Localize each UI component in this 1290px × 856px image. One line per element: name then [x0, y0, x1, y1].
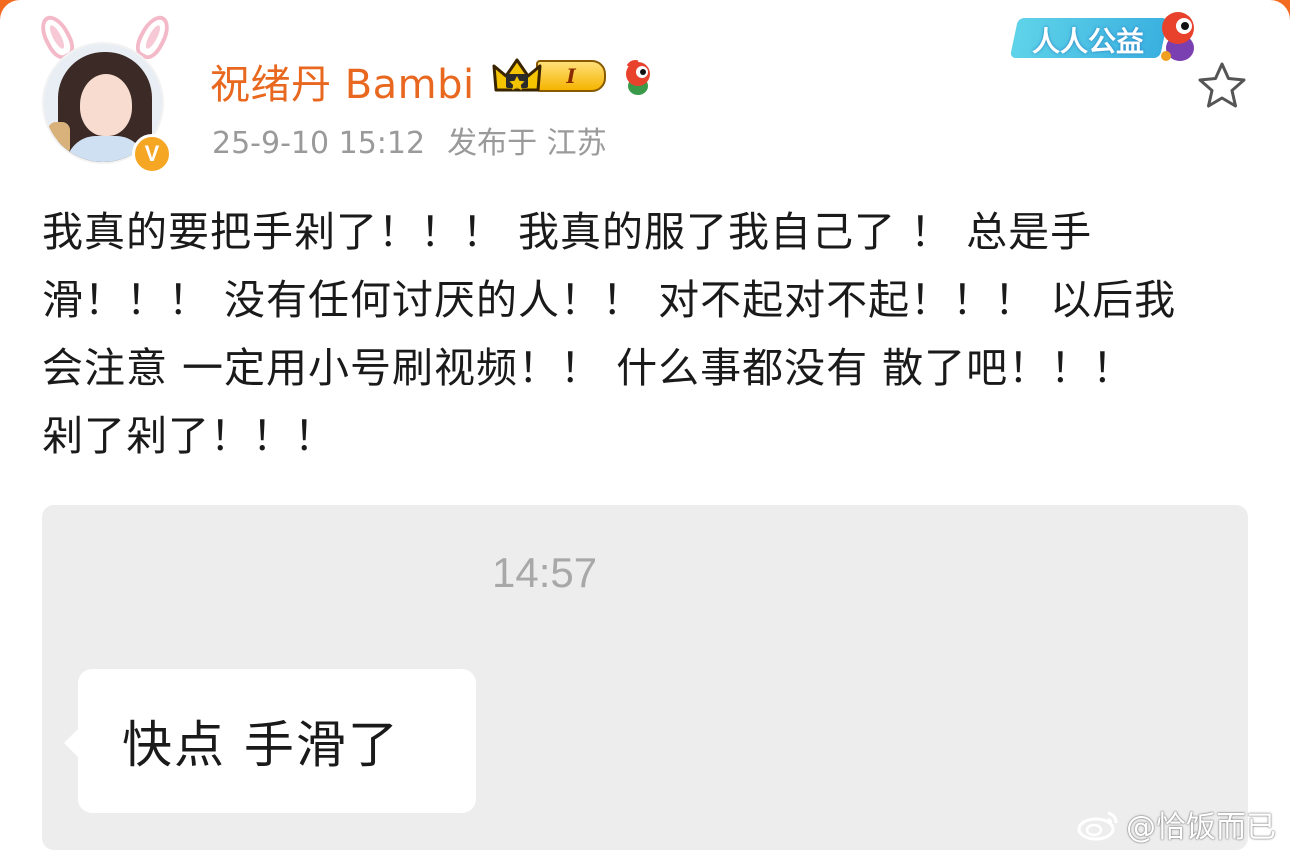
favorite-star-icon[interactable] — [1196, 60, 1248, 110]
crown-icon — [492, 56, 542, 96]
avatar-frame[interactable]: V — [30, 10, 180, 174]
watermark: @恰饭而已 — [1076, 802, 1276, 846]
post-meta: 25-9-10 15:12 发布于 江苏 — [212, 118, 607, 162]
post-location: 发布于 江苏 — [447, 126, 607, 161]
post-line: 会注意 一定用小号刷视频！！ 什么事都没有 散了吧！！！ — [42, 344, 1135, 392]
watermark-text: @恰饭而已 — [1126, 810, 1276, 845]
mascot-icon[interactable] — [618, 58, 658, 98]
verified-badge-icon: V — [132, 134, 172, 174]
vip-badge[interactable]: I — [492, 56, 606, 96]
chat-message: 快点 手滑了 — [122, 716, 400, 774]
window-corner-left — [0, 0, 20, 20]
attached-image[interactable]: 14:57 快点 手滑了 — [42, 505, 1248, 850]
mascot-icon — [1154, 8, 1204, 64]
weibo-logo-icon — [1077, 811, 1118, 841]
vip-level-tag: I — [536, 60, 606, 92]
user-name[interactable]: 祝绪丹 Bambi — [210, 52, 475, 110]
post-body: 我真的要把手剁了！！！ 我真的服了我自己了 ！ 总是手 滑！！！ 没有任何讨厌的… — [42, 198, 1242, 470]
chat-bubble: 快点 手滑了 — [64, 669, 476, 813]
charity-promo-banner[interactable]: 人人公益 — [1004, 8, 1204, 68]
post-line: 滑！！！ 没有任何讨厌的人！！ 对不起对不起！！！ 以后我 — [42, 276, 1177, 324]
post-line: 剁了剁了！！！ — [42, 412, 336, 460]
chat-time: 14:57 — [492, 549, 598, 596]
window-corner-right — [1270, 0, 1290, 20]
promo-label: 人人公益 — [1032, 25, 1145, 58]
post-timestamp: 25-9-10 15:12 — [212, 126, 426, 161]
post-line: 我真的要把手剁了！！！ 我真的服了我自己了 ！ 总是手 — [42, 208, 1093, 256]
